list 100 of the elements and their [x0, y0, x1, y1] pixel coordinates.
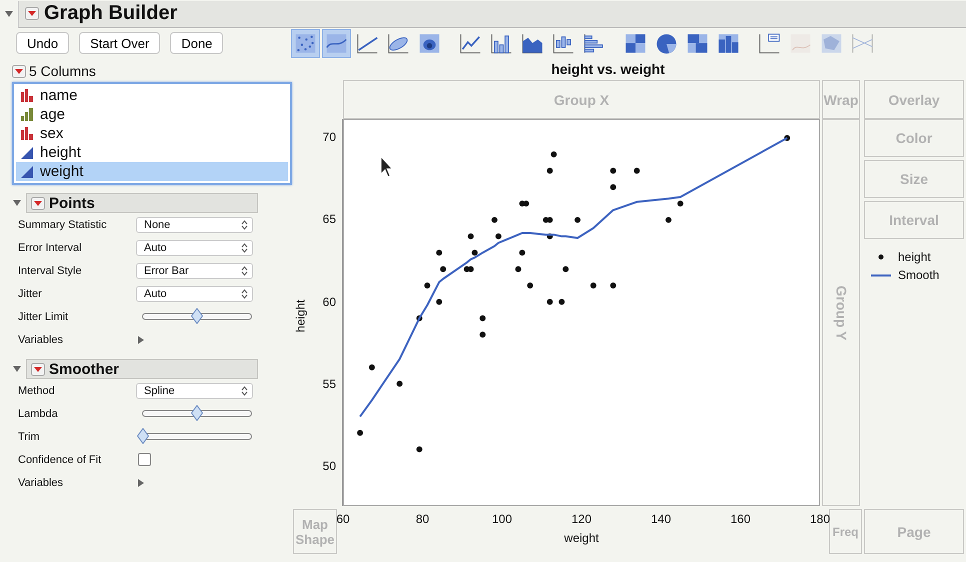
legend-label: Smooth	[898, 268, 940, 282]
data-point	[436, 298, 442, 305]
data-point	[546, 233, 553, 240]
data-point	[492, 216, 498, 223]
column-item[interactable]: height	[16, 143, 288, 162]
dropdown-menu-icon[interactable]	[25, 7, 39, 20]
updown-arrows-icon	[241, 288, 248, 298]
data-point	[610, 184, 616, 190]
updown-arrows-icon	[241, 386, 248, 396]
data-point	[519, 250, 526, 256]
slider-thumb[interactable]	[191, 405, 203, 421]
data-point	[546, 298, 553, 305]
option-label: Jitter Limit	[18, 310, 70, 322]
data-point	[440, 266, 446, 272]
nominal-column-icon	[20, 127, 34, 140]
dot-marker-icon	[878, 254, 884, 260]
dropdown-menu-icon[interactable]	[31, 196, 45, 210]
option-label: Variables	[18, 334, 64, 346]
tick-label: 50	[322, 459, 336, 474]
updown-arrows-icon	[241, 242, 248, 252]
section-title: Points	[49, 194, 95, 212]
ordinal-column-icon	[20, 108, 34, 121]
option-label: Trim	[18, 430, 41, 442]
axis-title: weight	[564, 531, 599, 545]
dropdown-select[interactable]: Spline	[136, 382, 253, 398]
column-item[interactable]: weight	[16, 162, 288, 181]
axis-title: height	[293, 300, 308, 332]
tick-label: 100	[492, 512, 512, 526]
expand-triangle-icon[interactable]	[136, 478, 146, 488]
dropdown-select[interactable]: Error Bar	[136, 262, 253, 278]
column-item[interactable]: name	[16, 86, 288, 105]
data-point	[558, 298, 565, 305]
tick-label: 70	[322, 130, 336, 144]
columns-heading: 5 Columns	[29, 63, 96, 79]
data-point	[634, 168, 640, 174]
section-title: Smoother	[49, 360, 120, 378]
continuous-column-icon	[20, 165, 34, 178]
option-label: Confidence of Fit	[18, 454, 102, 466]
disclosure-icon[interactable]	[12, 198, 22, 208]
tick-label: 180	[810, 512, 830, 526]
tick-label: 160	[730, 512, 751, 526]
graph-title: height vs. weight	[551, 61, 665, 77]
data-point	[574, 216, 581, 223]
data-point	[480, 315, 486, 322]
dropdown-select[interactable]: Auto	[136, 240, 253, 256]
data-point	[610, 282, 616, 288]
data-point	[472, 250, 478, 256]
toolbar-button[interactable]: Start Over	[79, 32, 160, 54]
updown-arrows-icon	[241, 220, 248, 230]
tick-label: 120	[571, 512, 592, 526]
data-point	[550, 151, 557, 158]
dropdown-select[interactable]: None	[136, 216, 253, 232]
line-marker-icon	[871, 274, 891, 276]
dropdown-menu-icon[interactable]	[31, 362, 45, 376]
data-point	[368, 364, 375, 370]
checkbox[interactable]	[138, 453, 151, 466]
pointer-icon	[380, 156, 393, 178]
toolbar-button[interactable]: Done	[170, 32, 224, 54]
option-label: Method	[18, 384, 56, 396]
data-point	[515, 266, 522, 272]
data-point	[495, 233, 502, 240]
data-point	[784, 135, 790, 141]
expand-triangle-icon[interactable]	[136, 334, 146, 344]
data-point	[527, 282, 534, 288]
option-label: Jitter	[18, 288, 43, 300]
tick-label: 80	[416, 512, 430, 526]
data-point	[357, 430, 364, 436]
data-point	[416, 315, 422, 322]
disclosure-icon[interactable]	[4, 9, 14, 19]
data-point	[610, 168, 616, 174]
option-label: Summary Statistic	[18, 218, 108, 230]
option-label: Interval Style	[18, 264, 83, 276]
option-label: Error Interval	[18, 242, 83, 254]
data-point	[677, 200, 684, 207]
data-point	[590, 282, 596, 288]
data-point	[468, 233, 474, 240]
data-point	[666, 216, 672, 223]
option-label: Lambda	[18, 408, 59, 420]
nominal-column-icon	[20, 89, 34, 102]
tick-label: 140	[650, 512, 672, 526]
data-point	[562, 266, 569, 272]
dropdown-select[interactable]: Auto	[136, 286, 253, 302]
legend-label: height	[898, 250, 931, 264]
data-point	[416, 446, 422, 452]
dropdown-menu-icon[interactable]	[12, 64, 26, 78]
window-title: Graph Builder	[44, 2, 178, 25]
slider-thumb[interactable]	[191, 308, 203, 324]
tick-label: 65	[322, 212, 336, 226]
data-point	[424, 282, 430, 288]
tick-label: 60	[336, 512, 350, 526]
data-point	[546, 168, 553, 174]
updown-arrows-icon	[241, 266, 248, 276]
disclosure-icon[interactable]	[12, 364, 22, 374]
toolbar-button[interactable]: Undo	[16, 32, 70, 54]
column-item[interactable]: age	[16, 105, 288, 124]
option-label: Variables	[18, 476, 64, 488]
slider-thumb[interactable]	[137, 428, 149, 444]
column-item[interactable]: sex	[16, 124, 288, 143]
tick-label: 55	[322, 377, 336, 392]
continuous-column-icon	[20, 146, 34, 159]
